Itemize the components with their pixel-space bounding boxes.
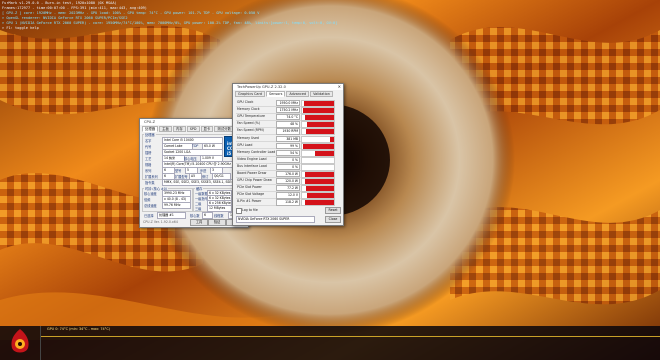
gpu-temp-status: GPU 0: 74°C (min: 34°C - max: 74°C) bbox=[47, 327, 111, 331]
codename-label: 代号 bbox=[145, 145, 152, 149]
tab-sensors[interactable]: Sensors bbox=[265, 91, 286, 97]
reset-button[interactable]: Reset bbox=[325, 207, 341, 214]
gpuz-tabs: Graphics Card Sensors Advanced Validatio… bbox=[233, 90, 343, 98]
l3-field: 12 MBytes bbox=[207, 205, 232, 212]
furmark-bottom-panel: GPU 0: 74°C (min: 34°C - max: 74°C) bbox=[0, 326, 660, 360]
sensor-name: Memory Controller Load bbox=[237, 149, 276, 154]
tab-validation[interactable]: Validation bbox=[310, 91, 333, 97]
gpuz-titlebar[interactable]: TechPowerUp GPU-Z 2.32.0 ✕ bbox=[233, 84, 343, 90]
sensor-name: 8-Pin #1 Power bbox=[237, 199, 262, 204]
sensor-name: GPU Load bbox=[237, 142, 253, 147]
sensor-name: Memory Used bbox=[237, 135, 259, 140]
temperature-graph: GPU 0: 74°C (min: 34°C - max: 74°C) bbox=[40, 326, 660, 360]
core-speed-label: 核心速度 bbox=[144, 192, 157, 196]
threads-label: 线程数 bbox=[214, 214, 224, 218]
cores-label: 核心数 bbox=[190, 214, 200, 218]
bus-speed-field: 99.76 MHz bbox=[162, 202, 191, 209]
log-label: Log to file bbox=[242, 208, 258, 212]
close-icon[interactable]: ✕ bbox=[338, 84, 341, 90]
validate-button[interactable]: 验证 bbox=[208, 219, 226, 226]
sensor-name: GPU Chip Power Draw bbox=[237, 178, 272, 183]
extfamily-label: 扩展系列 bbox=[145, 175, 158, 179]
version-label: CPU-Z Ver. 1.92.0.x64 bbox=[143, 220, 178, 224]
overlay-line: > GPU 1 (NVIDIA GeForce RTX 2060 SUPER) … bbox=[2, 21, 338, 25]
overlay-line: > F1: toggle help bbox=[2, 26, 39, 30]
tab-memory[interactable]: 内存 bbox=[172, 126, 186, 132]
sensor-name: GPU Clock bbox=[237, 100, 254, 104]
group-title: 处理器 bbox=[144, 132, 156, 137]
selected-label: 已选择 bbox=[144, 214, 154, 218]
family-label: 系列 bbox=[145, 169, 152, 173]
sensor-row: 8-Pin #1 Power 118.2 W bbox=[236, 198, 335, 207]
tech-label: 工艺 bbox=[145, 157, 152, 161]
sensor-graph-fill bbox=[305, 200, 334, 206]
name-label: 名字 bbox=[145, 139, 152, 143]
sensor-graph bbox=[301, 199, 335, 207]
spec-label: 规格 bbox=[145, 163, 152, 167]
gpuz-window[interactable]: TechPowerUp GPU-Z 2.32.0 ✕ Graphics Card … bbox=[232, 83, 344, 226]
tab-graphics-card[interactable]: Graphics Card bbox=[235, 91, 265, 97]
tab-mainboard[interactable]: 主板 bbox=[159, 126, 172, 132]
sensor-value[interactable]: 118.2 W bbox=[276, 199, 300, 206]
instr-label: 指令集 bbox=[145, 181, 155, 185]
sensor-name: Memory Clock bbox=[237, 107, 260, 112]
model-label: 型号 bbox=[175, 169, 182, 173]
sensor-name: GPU Temperature bbox=[237, 114, 265, 119]
sensor-name: PCIe Slot Power bbox=[237, 185, 262, 190]
temperature-curve bbox=[41, 336, 660, 337]
window-title: TechPowerUp GPU-Z 2.32.0 bbox=[237, 85, 286, 89]
sensor-name: Video Engine Load bbox=[237, 156, 267, 161]
close-button[interactable]: Close bbox=[325, 216, 341, 223]
window-title: CPU-Z bbox=[144, 120, 156, 124]
sensor-name: Fan Speed (%) bbox=[237, 121, 261, 126]
sensor-name: Bus Interface Load bbox=[237, 163, 267, 168]
bus-speed-label: 总线速度 bbox=[144, 204, 157, 208]
tab-spd[interactable]: SPD bbox=[186, 126, 200, 132]
card-select[interactable]: NVIDIA GeForce RTX 2060 SUPER bbox=[236, 216, 315, 223]
cores-field: 6 bbox=[202, 212, 213, 219]
package-label: 插槽 bbox=[145, 151, 152, 155]
tools-button[interactable]: 工具 bbox=[190, 219, 208, 226]
sensor-name: Fan Speed (RPM) bbox=[237, 128, 264, 133]
l3-label: 三级 bbox=[195, 207, 202, 211]
multiplier-label: 倍频 bbox=[144, 198, 151, 202]
tab-graphics[interactable]: 显卡 bbox=[200, 126, 214, 132]
sensor-name: PCIe Slot Voltage bbox=[237, 192, 265, 197]
tab-bench[interactable]: 测试分数 bbox=[214, 126, 234, 132]
furmark-logo-icon bbox=[11, 329, 29, 353]
processor-select[interactable]: 处理器 #1 bbox=[157, 212, 186, 219]
tab-advanced[interactable]: Advanced bbox=[286, 91, 310, 97]
tdp-label: TDP bbox=[192, 144, 199, 148]
sensor-name: Board Power Draw bbox=[237, 171, 267, 175]
